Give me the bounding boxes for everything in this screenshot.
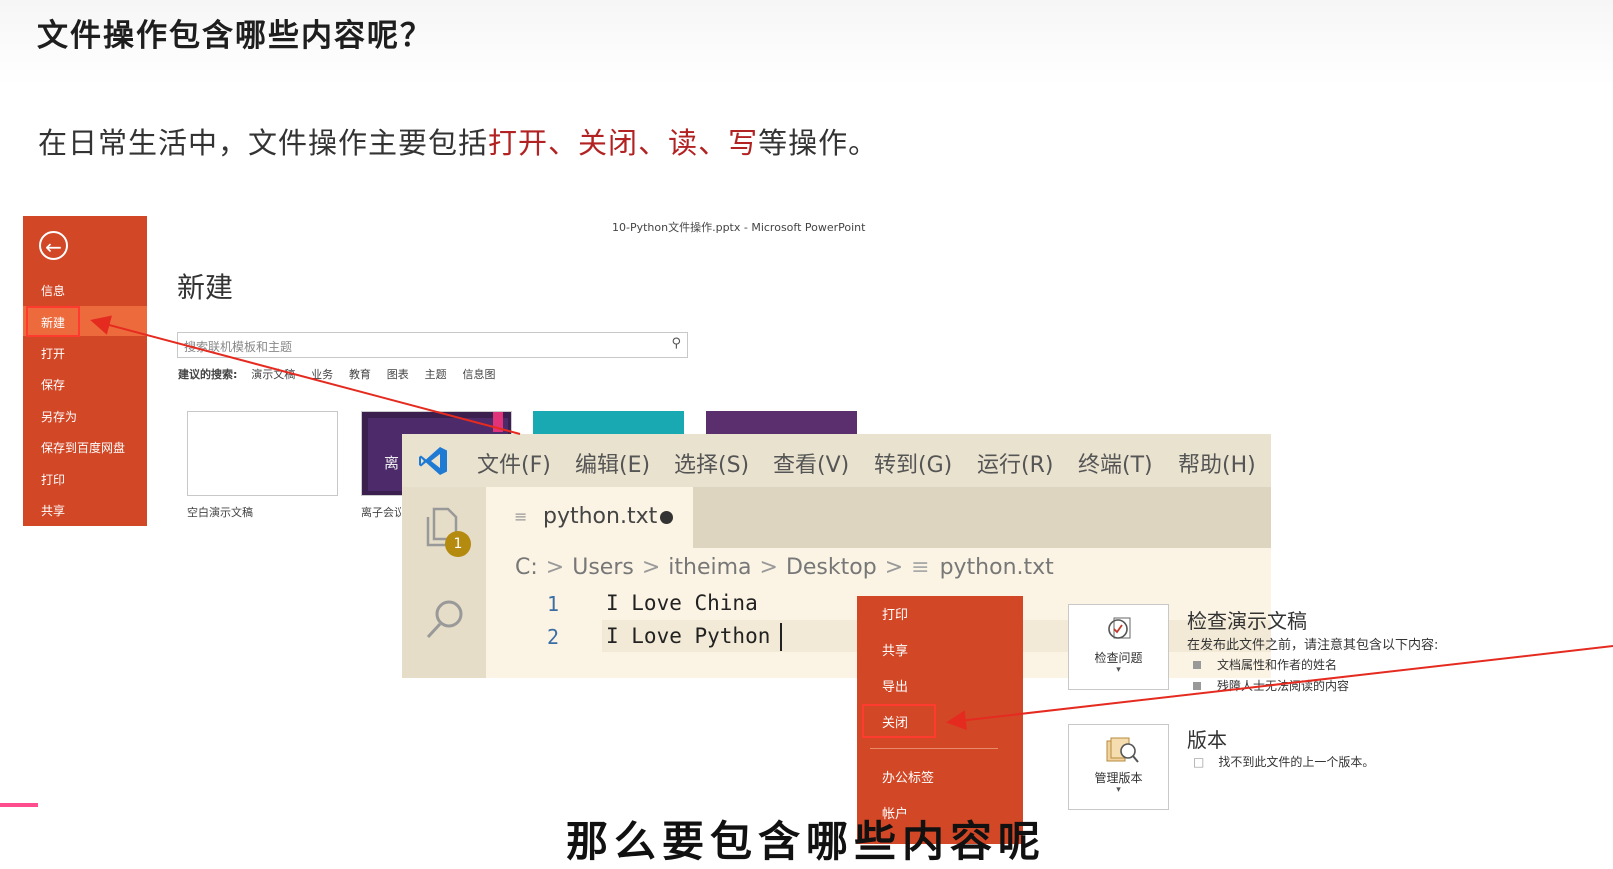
progress-accent-bar (0, 803, 38, 807)
annotation-arrows (90, 315, 1613, 731)
video-subtitle: 那么要包含哪些内容呢 (566, 817, 1047, 866)
